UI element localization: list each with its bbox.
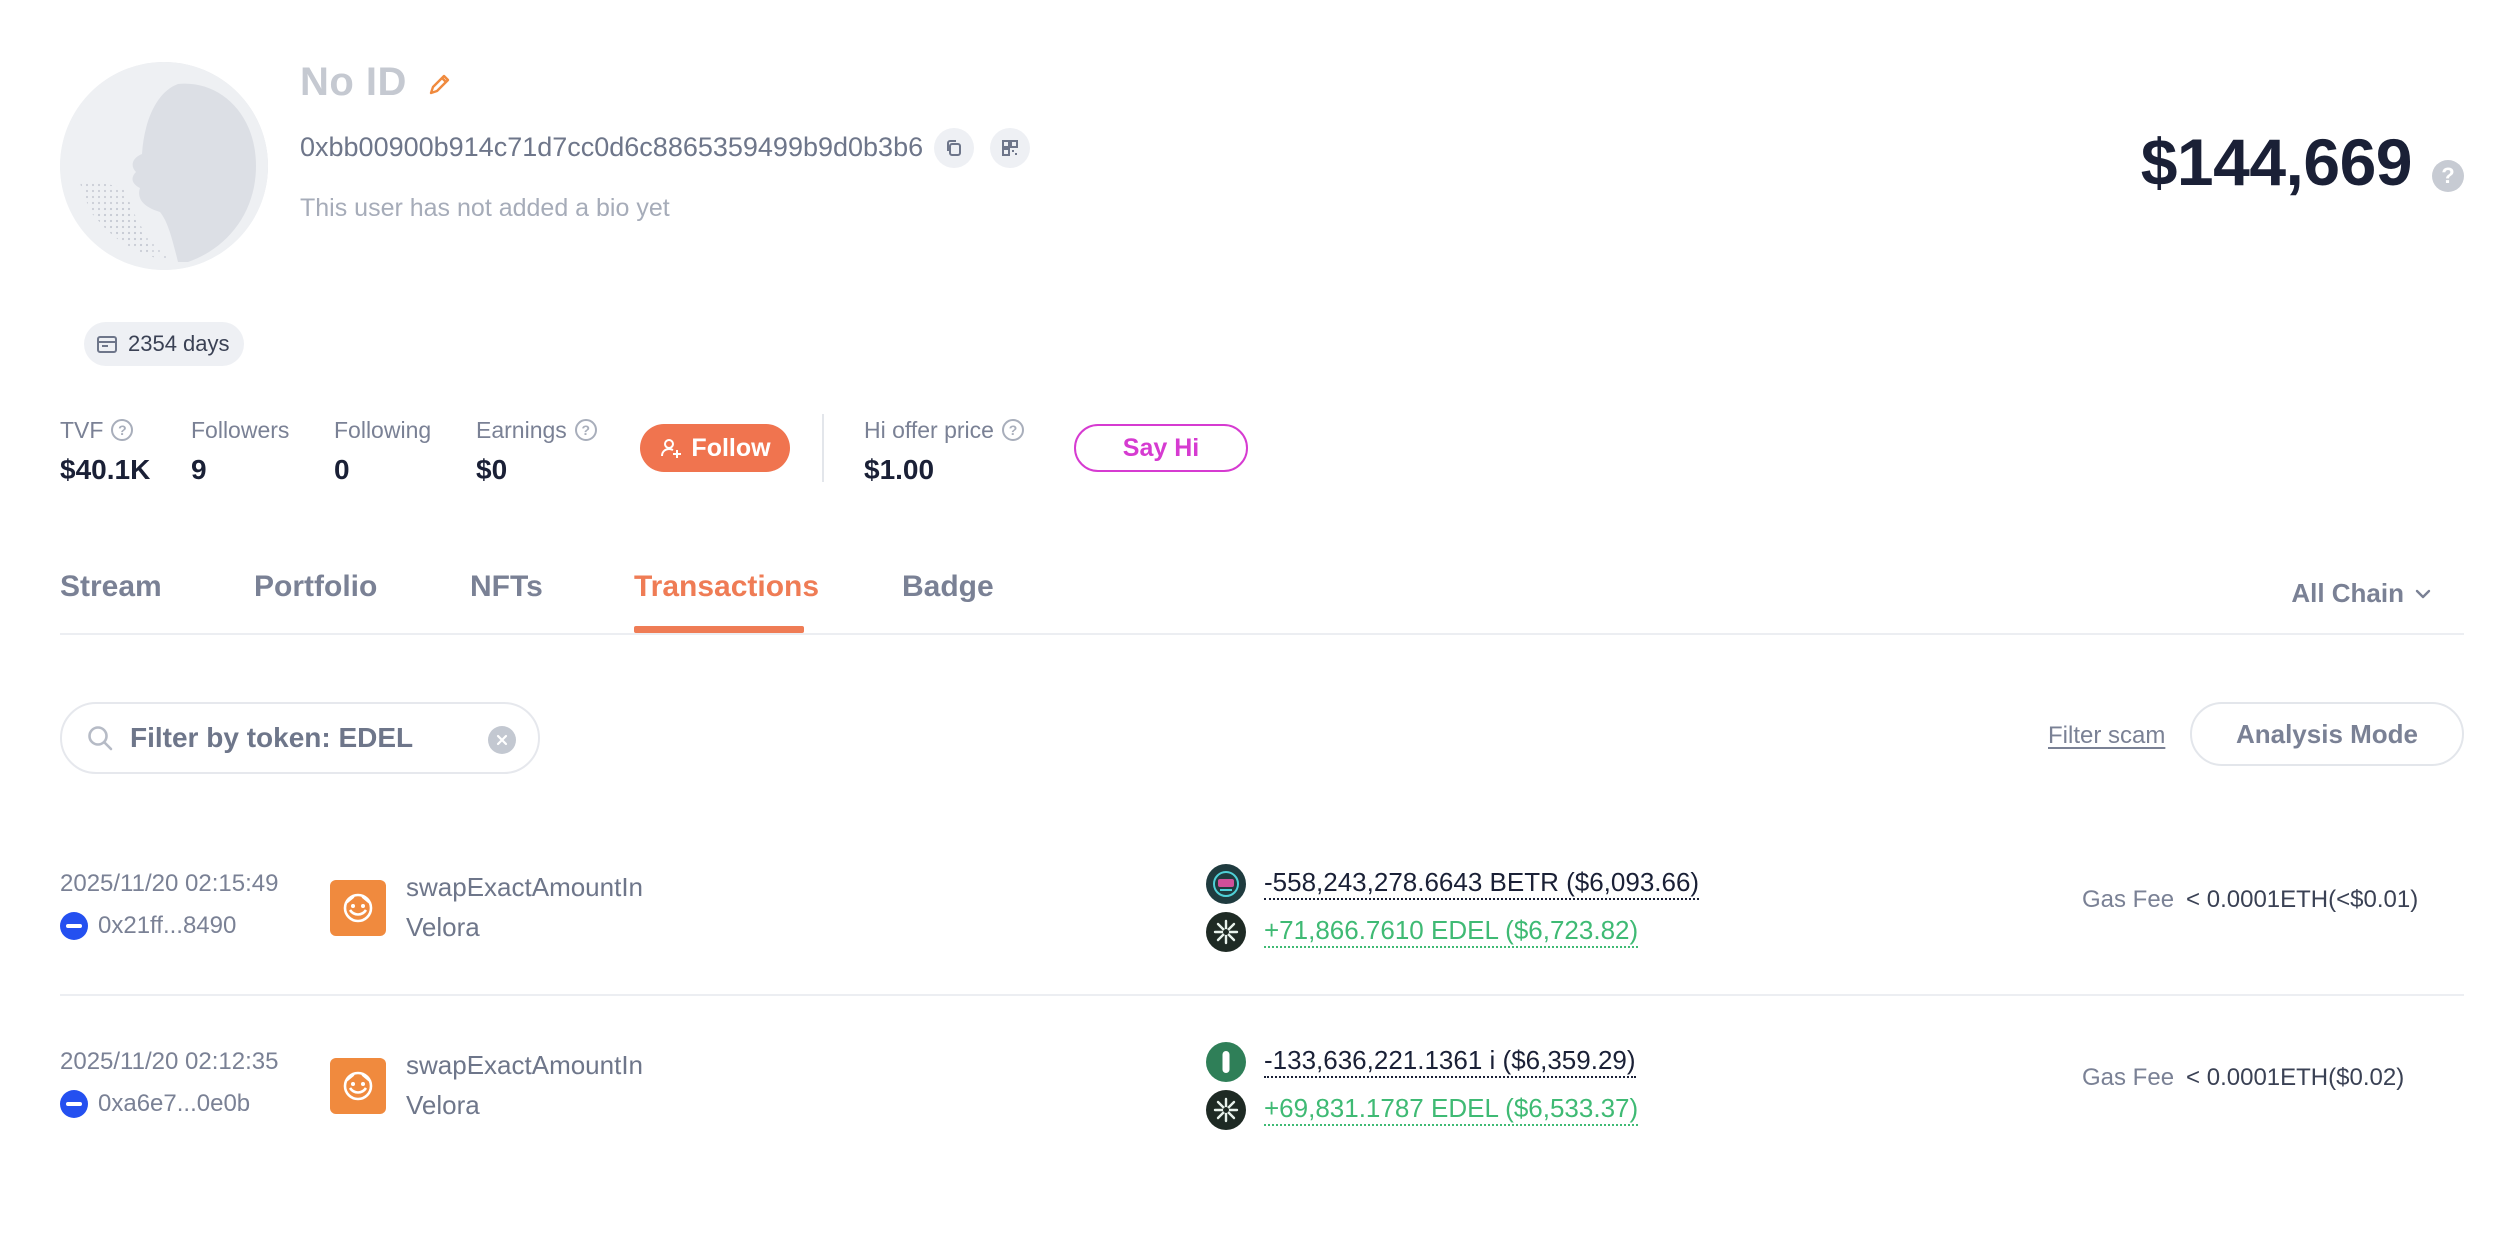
gas-fee-value: < 0.0001ETH(<$0.01) <box>2186 886 2419 913</box>
profile-bio: This user has not added a bio yet <box>300 194 670 222</box>
edel-token-icon <box>1206 912 1246 952</box>
help-icon[interactable]: ? <box>1001 419 1024 441</box>
avatar-face-illustration <box>60 62 268 270</box>
total-balance: $144,669 <box>2140 125 2413 199</box>
tx-gas-fee: Gas Fee < 0.0001ETH(<$0.01) <box>2082 886 2418 914</box>
qr-code-icon <box>1002 140 1018 156</box>
tx-method: swapExactAmountIn <box>406 872 644 902</box>
copy-address-button[interactable] <box>934 128 974 168</box>
velora-logo-icon <box>330 880 386 936</box>
say-hi-button[interactable]: Say Hi <box>1074 424 1248 472</box>
tab-transactions[interactable]: Transactions <box>634 570 819 604</box>
qr-code-button[interactable] <box>990 128 1030 168</box>
copy-icon <box>947 140 961 156</box>
stat-hi-offer-label: Hi offer price <box>864 416 994 443</box>
chain-select[interactable]: All Chain <box>2291 578 2432 609</box>
chevron-down-icon <box>2415 589 2431 598</box>
divider <box>822 414 824 482</box>
stat-followers-label: Followers <box>191 416 290 443</box>
tx-amount-in[interactable]: +71,866.7610 EDEL ($6,723.82) <box>1264 915 1639 948</box>
pencil-icon[interactable] <box>426 70 454 98</box>
help-icon[interactable]: ? <box>574 419 597 441</box>
tx-gas-fee: Gas Fee < 0.0001ETH($0.02) <box>2082 1064 2404 1092</box>
stat-followers-value: 9 <box>191 454 207 485</box>
account-age-label: 2354 days <box>128 331 230 356</box>
follow-button[interactable]: Follow <box>640 424 790 472</box>
tab-badge[interactable]: Badge <box>902 570 994 604</box>
tx-amount-out[interactable]: -133,636,221.1361 i ($6,359.29) <box>1264 1045 1636 1078</box>
tabs-divider <box>60 633 2464 635</box>
tx-hash-label: 0xa6e7...0e0b <box>98 1090 251 1117</box>
transaction-row: 2025/11/20 02:12:35 0xa6e7...0e0b swapEx… <box>60 996 2464 1174</box>
stat-hi-offer-value: $1.00 <box>864 454 935 485</box>
stat-tvf: TVF ? $40.1K <box>60 416 150 486</box>
gas-fee-label: Gas Fee <box>2082 886 2175 913</box>
tab-stream[interactable]: Stream <box>60 570 162 604</box>
gas-fee-value: < 0.0001ETH($0.02) <box>2186 1064 2405 1091</box>
i-token-icon <box>1206 1042 1246 1082</box>
tx-token-in: +71,866.7610 EDEL ($6,723.82) <box>1206 912 1639 952</box>
help-icon[interactable]: ? <box>2432 160 2464 192</box>
stat-followers[interactable]: Followers 9 <box>191 416 289 486</box>
chain-icon <box>60 912 88 940</box>
velora-logo-icon <box>330 1058 386 1114</box>
tx-dapp-name: Velora <box>406 1090 480 1120</box>
active-tab-indicator <box>634 626 804 633</box>
tx-token-out: -133,636,221.1361 i ($6,359.29) <box>1206 1042 1636 1082</box>
help-icon[interactable]: ? <box>111 419 134 441</box>
chain-icon <box>60 1090 88 1118</box>
tx-token-out: -558,243,278.6643 BETR ($6,093.66) <box>1206 864 1700 904</box>
tab-nfts[interactable]: NFTs <box>470 570 543 604</box>
stat-earnings-label: Earnings <box>476 416 567 443</box>
add-user-icon <box>661 439 682 458</box>
avatar <box>60 62 268 270</box>
stat-following-value: 0 <box>334 454 350 485</box>
tx-method: swapExactAmountIn <box>406 1050 644 1080</box>
stat-following[interactable]: Following 0 <box>334 416 431 486</box>
transaction-row: 2025/11/20 02:15:49 0x21ff...8490 swapEx… <box>60 818 2464 996</box>
stat-earnings-value: $0 <box>476 454 508 485</box>
stat-tvf-value: $40.1K <box>60 454 151 485</box>
stat-tvf-label: TVF <box>60 416 104 443</box>
betr-token-icon <box>1206 864 1246 904</box>
tx-amount-in[interactable]: +69,831.1787 EDEL ($6,533.37) <box>1264 1093 1639 1126</box>
tx-token-in: +69,831.1787 EDEL ($6,533.37) <box>1206 1090 1639 1130</box>
chain-select-label: All Chain <box>2291 578 2404 608</box>
wallet-address: 0xbb00900b914c71d7cc0d6c8865359499b9d0b3… <box>300 132 924 162</box>
search-icon <box>88 726 113 751</box>
tx-timestamp: 2025/11/20 02:12:35 <box>60 1048 279 1075</box>
stat-earnings: Earnings ? $0 <box>476 416 597 486</box>
tx-dapp-name: Velora <box>406 912 480 942</box>
tab-portfolio[interactable]: Portfolio <box>254 570 377 604</box>
tx-timestamp: 2025/11/20 02:15:49 <box>60 870 279 897</box>
tx-hash[interactable]: 0xa6e7...0e0b <box>60 1090 250 1118</box>
follow-button-label: Follow <box>691 433 771 462</box>
edel-token-icon <box>1206 1090 1246 1130</box>
filter-scam-link[interactable]: Filter scam <box>2048 722 2165 750</box>
gas-fee-label: Gas Fee <box>2082 1064 2175 1091</box>
stat-hi-offer-price: Hi offer price ? $1.00 <box>864 416 1024 486</box>
tx-hash[interactable]: 0x21ff...8490 <box>60 912 236 940</box>
tx-amount-out[interactable]: -558,243,278.6643 BETR ($6,093.66) <box>1264 867 1700 900</box>
account-age-chip: 2354 days <box>84 322 244 366</box>
token-filter-input[interactable]: Filter by token: EDEL <box>60 702 540 774</box>
clear-icon[interactable] <box>488 726 516 754</box>
calendar-icon <box>97 336 117 353</box>
stat-following-label: Following <box>334 416 432 443</box>
token-filter-value: Filter by token: EDEL <box>130 722 414 753</box>
analysis-mode-button[interactable]: Analysis Mode <box>2190 702 2464 766</box>
tx-hash-label: 0x21ff...8490 <box>98 912 237 939</box>
profile-name: No ID <box>300 60 407 104</box>
